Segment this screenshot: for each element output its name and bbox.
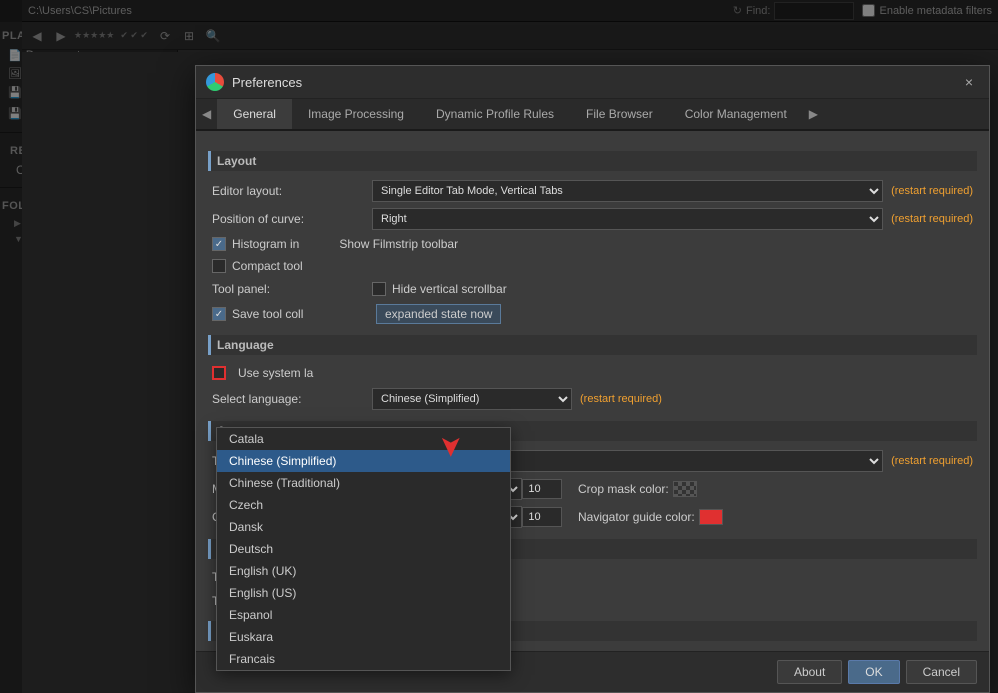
tab-color-management[interactable]: Color Management <box>669 99 803 131</box>
compact-tool-row: Compact tool <box>212 257 303 275</box>
use-system-lang-label: Use system la <box>238 366 313 380</box>
hide-scrollbar-checkbox[interactable] <box>372 282 386 296</box>
navigator-guide-color-swatch[interactable] <box>699 509 723 525</box>
lang-catala[interactable]: Catala <box>217 428 510 450</box>
tab-arrow-right[interactable]: ▶ <box>803 99 824 129</box>
position-curve-select[interactable]: Right <box>372 208 883 230</box>
save-tool-checkbox-row: Save tool coll <box>212 305 372 323</box>
show-filmstrip-label: Show Filmstrip toolbar <box>339 237 458 251</box>
position-curve-row: Position of curve: Right (restart requir… <box>212 205 973 233</box>
color-picker-size[interactable] <box>522 507 562 527</box>
language-restart: (restart required) <box>580 393 662 405</box>
dialog-tabs: ◀ General Image Processing Dynamic Profi… <box>196 99 989 131</box>
hide-scrollbar-label: Hide vertical scrollbar <box>392 282 507 296</box>
main-font-size[interactable] <box>522 479 562 499</box>
cancel-button[interactable]: Cancel <box>906 660 977 684</box>
save-tool-control: expanded state now <box>372 304 973 324</box>
histogram-row: Histogram in <box>212 235 299 253</box>
crop-mask-color-swatch[interactable] <box>673 481 697 497</box>
layout-section-title: Layout <box>208 151 977 171</box>
lang-chinese-traditional[interactable]: Chinese (Traditional) <box>217 472 510 494</box>
show-filmstrip-row: Show Filmstrip toolbar <box>339 235 458 253</box>
select-language-row: Select language: Chinese (Simplified) (r… <box>212 385 973 413</box>
position-curve-restart: (restart required) <box>891 213 973 225</box>
compact-tool-label: Compact tool <box>232 259 303 273</box>
editor-layout-label: Editor layout: <box>212 184 372 198</box>
tool-panel-label: Tool panel: <box>212 282 372 296</box>
position-curve-control: Right (restart required) <box>372 208 973 230</box>
ok-button[interactable]: OK <box>848 660 899 684</box>
use-system-lang-area: Use system la <box>212 366 313 380</box>
language-section-title: Language <box>208 335 977 355</box>
lang-euskara[interactable]: Euskara <box>217 626 510 648</box>
editor-layout-control: Single Editor Tab Mode, Vertical Tabs (r… <box>372 180 973 202</box>
tab-dynamic-profile[interactable]: Dynamic Profile Rules <box>420 99 570 131</box>
save-tool-label-area: Save tool coll <box>212 305 372 323</box>
use-system-lang-row: Use system la <box>212 361 973 385</box>
tab-general[interactable]: General <box>217 99 292 131</box>
lang-english-us[interactable]: English (US) <box>217 582 510 604</box>
editor-layout-row: Editor layout: Single Editor Tab Mode, V… <box>212 177 973 205</box>
checkbox-group2: Compact tool <box>212 255 973 277</box>
checkbox-group: Histogram in Show Filmstrip toolbar <box>212 233 973 255</box>
histogram-label: Histogram in <box>232 237 299 251</box>
lang-english-uk[interactable]: English (UK) <box>217 560 510 582</box>
dialog-titlebar: Preferences × <box>196 66 989 99</box>
crop-mask-label: Crop mask color: <box>578 482 669 496</box>
lang-dansk[interactable]: Dansk <box>217 516 510 538</box>
language-select[interactable]: Chinese (Simplified) <box>372 388 572 410</box>
position-curve-label: Position of curve: <box>212 212 372 226</box>
lang-deutsch[interactable]: Deutsch <box>217 538 510 560</box>
about-button[interactable]: About <box>777 660 842 684</box>
expanded-state-btn[interactable]: expanded state now <box>376 304 501 324</box>
dialog-icon <box>206 73 224 91</box>
select-language-label: Select language: <box>212 392 372 406</box>
histogram-checkbox[interactable] <box>212 237 226 251</box>
tab-image-processing[interactable]: Image Processing <box>292 99 420 131</box>
app-container: File Browser Queue Editor Places 📄 Docum… <box>0 0 998 693</box>
tool-panel-row: Tool panel: Hide vertical scrollbar <box>212 277 973 301</box>
language-dropdown: Catala Chinese (Simplified) Chinese (Tra… <box>216 427 511 671</box>
editor-layout-select[interactable]: Single Editor Tab Mode, Vertical Tabs <box>372 180 883 202</box>
tab-arrow-left[interactable]: ◀ <box>196 99 217 129</box>
select-language-control: Chinese (Simplified) (restart required) <box>372 388 973 410</box>
dialog-title: Preferences <box>232 75 959 90</box>
lang-chinese-simplified[interactable]: Chinese (Simplified) <box>217 450 510 472</box>
save-tool-row: Save tool coll expanded state now <box>212 301 973 327</box>
lang-francais[interactable]: Francais <box>217 648 510 670</box>
use-system-lang-checkbox[interactable] <box>212 366 226 380</box>
navigator-guide-label: Navigator guide color: <box>578 510 695 524</box>
save-tool-label: Save tool coll <box>232 307 303 321</box>
tab-file-browser[interactable]: File Browser <box>570 99 669 131</box>
editor-layout-restart: (restart required) <box>891 185 973 197</box>
dialog-close-btn[interactable]: × <box>959 72 979 92</box>
tool-panel-control: Hide vertical scrollbar <box>372 280 973 298</box>
save-tool-checkbox[interactable] <box>212 307 226 321</box>
lang-czech[interactable]: Czech <box>217 494 510 516</box>
theme-restart: (restart required) <box>891 455 973 467</box>
compact-tool-checkbox[interactable] <box>212 259 226 273</box>
lang-espanol[interactable]: Espanol <box>217 604 510 626</box>
hide-scrollbar-row: Hide vertical scrollbar <box>372 280 507 298</box>
